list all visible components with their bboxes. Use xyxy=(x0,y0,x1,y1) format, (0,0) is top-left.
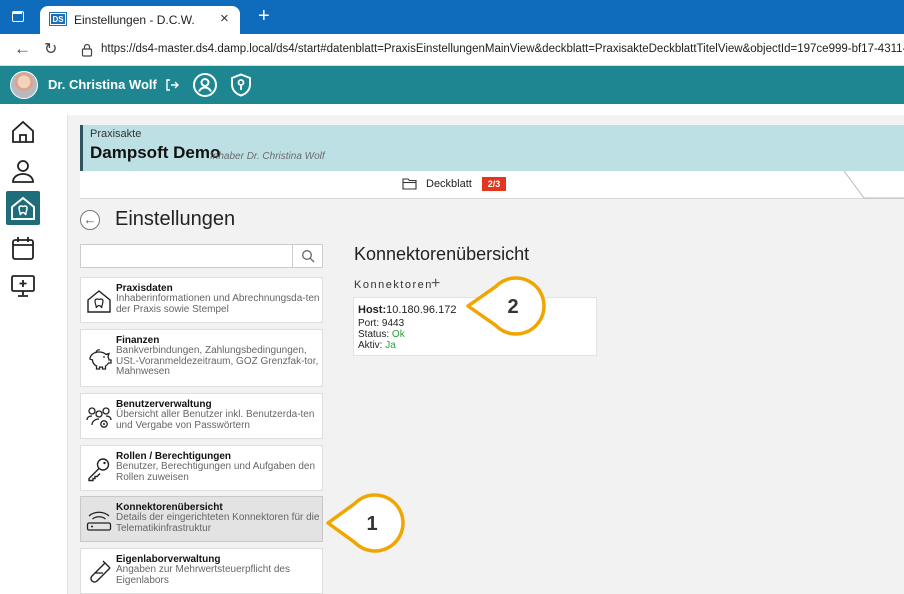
akte-label: Praxisakte xyxy=(90,128,142,140)
deckblatt-bar[interactable]: Deckblatt 2/3 xyxy=(80,171,904,199)
address-bar: ← ↻ https://ds4-master.ds4.damp.local/ds… xyxy=(0,34,904,66)
house-tooth-icon xyxy=(11,196,35,220)
house-tooth-icon xyxy=(87,290,111,313)
left-navigation xyxy=(0,104,46,594)
search-separator xyxy=(292,245,293,267)
new-tab-icon[interactable]: + xyxy=(258,5,270,28)
akte-title: Dampsoft Demo xyxy=(90,143,221,162)
url-field[interactable]: https://ds4-master.ds4.damp.local/ds4/st… xyxy=(101,43,904,55)
callout-2-number: 2 xyxy=(507,296,518,318)
praxisakte-header: Praxisakte Dampsoft Demo Inhaber Dr. Chr… xyxy=(80,125,904,171)
key-icon xyxy=(88,458,110,482)
back-arrow-icon[interactable]: ← xyxy=(14,39,31,59)
calendar-icon[interactable] xyxy=(9,234,37,262)
ds-favicon-icon: DS xyxy=(49,12,67,26)
app-header: Dr. Christina Wolf xyxy=(0,66,904,104)
reload-icon[interactable]: ↻ xyxy=(44,39,57,59)
lock-icon[interactable] xyxy=(81,43,93,57)
konnektor-port: Port: 9443 xyxy=(358,318,405,329)
menu-item-description: Angaben zur Mehrwertsteuerpflicht des Ei… xyxy=(116,564,290,586)
menu-item-praxisdaten[interactable]: Praxisdaten Inhaberinformationen und Abr… xyxy=(80,277,323,323)
users-gear-icon xyxy=(86,407,112,428)
add-konnektor-icon[interactable]: + xyxy=(431,275,440,293)
shield-key-icon[interactable] xyxy=(228,72,254,98)
callout-1: 1 xyxy=(326,493,405,553)
router-icon xyxy=(86,511,112,531)
folder-icon xyxy=(402,178,417,190)
menu-item-description: Benutzer, Berechtigungen und Aufgaben de… xyxy=(116,461,316,483)
tab-title: Einstellungen - D.C.W. xyxy=(74,13,195,27)
browser-tab-strip: DS Einstellungen - D.C.W. × + xyxy=(0,0,904,34)
deckblatt-label: Deckblatt xyxy=(426,178,472,190)
settings-search-input[interactable] xyxy=(80,244,323,268)
konnektor-host: Host:10.180.96.172 xyxy=(358,304,456,316)
test-tube-icon xyxy=(90,560,111,583)
user-name[interactable]: Dr. Christina Wolf xyxy=(48,77,157,92)
status-value: Ok xyxy=(391,329,405,340)
menu-item-finanzen[interactable]: Finanzen Bankverbindungen, Zahlungsbedin… xyxy=(80,329,323,387)
menu-item-description: Übersicht aller Benutzer inkl. Benutzerd… xyxy=(116,409,315,431)
deckblatt-badge: 2/3 xyxy=(482,177,506,191)
aktiv-value: Ja xyxy=(385,340,396,351)
tab-divider xyxy=(844,171,904,199)
user-circle-icon[interactable] xyxy=(192,72,218,98)
browser-tab[interactable]: DS Einstellungen - D.C.W. × xyxy=(40,6,240,34)
akte-subtitle: Inhaber Dr. Christina Wolf xyxy=(210,151,325,162)
piggy-bank-icon xyxy=(89,349,112,370)
monitor-plus-icon[interactable] xyxy=(9,272,37,300)
host-value: 10.180.96.172 xyxy=(386,304,457,316)
page-title: Einstellungen xyxy=(115,208,236,230)
host-label: Host: xyxy=(358,304,387,316)
konnektor-aktiv: Aktiv: Ja xyxy=(358,340,396,351)
konnektor-status: Status: Ok xyxy=(358,329,405,340)
search-icon[interactable] xyxy=(301,249,315,263)
person-icon[interactable] xyxy=(9,157,37,185)
home-icon[interactable] xyxy=(9,118,37,146)
back-button[interactable]: ← xyxy=(80,210,100,230)
status-label: Status: xyxy=(358,329,390,340)
logout-icon[interactable] xyxy=(164,77,180,93)
konnektoren-label: Konnektoren xyxy=(354,279,433,291)
menu-item-description: Details der eingerichteten Konnektoren f… xyxy=(116,512,320,534)
menu-item-description: Inhaberinformationen und Abrechnungsda-t… xyxy=(116,293,320,315)
callout-2: 2 xyxy=(466,276,546,336)
menu-item-benutzerverwaltung[interactable]: Benutzerverwaltung Übersicht aller Benut… xyxy=(80,393,323,439)
menu-item-description: Bankverbindungen, Zahlungsbedingungen, U… xyxy=(116,345,319,377)
callout-1-number: 1 xyxy=(366,513,377,535)
practice-nav-item-active[interactable] xyxy=(6,191,40,225)
user-avatar[interactable] xyxy=(10,71,38,99)
window-menu-icon[interactable] xyxy=(12,11,24,22)
menu-item-rollen-berechtigungen[interactable]: Rollen / Berechtigungen Benutzer, Berech… xyxy=(80,445,323,491)
section-title: Konnektorenübersicht xyxy=(354,244,530,264)
menu-item-eigenlaborverwaltung[interactable]: Eigenlaborverwaltung Angaben zur Mehrwer… xyxy=(80,548,323,594)
menu-item-konnektorenuebersicht[interactable]: Konnektorenübersicht Details der eingeri… xyxy=(80,496,323,542)
close-tab-icon[interactable]: × xyxy=(220,10,229,27)
aktiv-label: Aktiv: xyxy=(358,340,383,351)
